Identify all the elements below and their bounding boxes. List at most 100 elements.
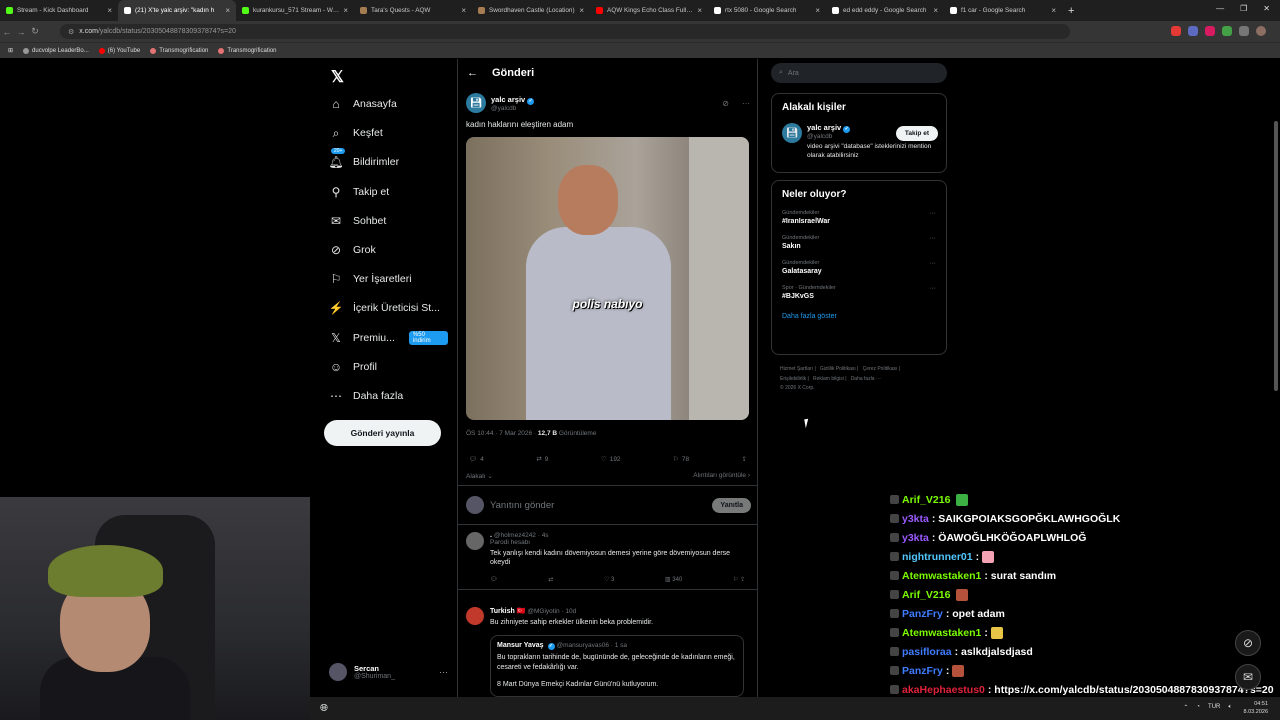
maximize-icon[interactable]: ❐	[1240, 4, 1247, 13]
like-button[interactable]: ♡ 3	[604, 576, 614, 583]
extension-icon[interactable]	[1222, 26, 1232, 36]
nav-item-search[interactable]: ⌕ Keşfet	[329, 123, 383, 143]
chat-username[interactable]: Atemwastaken1	[902, 570, 981, 582]
bookmark-item[interactable]: ducvolpe LeaderBo...	[23, 47, 89, 54]
browser-tab[interactable]: ed edd eddy - Google Search ×	[826, 0, 944, 21]
author-name[interactable]: .	[490, 532, 492, 539]
author-name[interactable]: Turkish 🇹🇷	[490, 608, 525, 615]
nav-item-grok[interactable]: ⊘ Grok	[329, 240, 376, 260]
bookmark-item[interactable]: Transmogrification	[218, 47, 277, 54]
browser-tab[interactable]: (21) X'te yalc arşiv: "kadın h ×	[118, 0, 236, 21]
chat-username[interactable]: pasifloraa	[902, 646, 952, 658]
extension-icon[interactable]	[1205, 26, 1215, 36]
chat-username[interactable]: Atemwastaken1	[902, 627, 981, 639]
profile-avatar[interactable]	[1256, 26, 1266, 36]
back-arrow-icon[interactable]: ←	[467, 67, 478, 79]
reply-input[interactable]: Yanıtını gönder	[490, 500, 706, 511]
follow-button[interactable]: Takip et	[895, 126, 938, 141]
minimize-icon[interactable]: —	[1216, 4, 1224, 13]
apps-icon[interactable]: ⊞	[8, 47, 13, 54]
extension-icon[interactable]	[1171, 26, 1181, 36]
close-icon[interactable]: ×	[343, 6, 348, 15]
author-handle[interactable]: @yalcdb	[491, 105, 534, 112]
trend-item[interactable]: Gündemdekiler Sakın ···	[782, 235, 936, 250]
clock[interactable]: 04:51 8.03.2026	[1244, 700, 1268, 717]
footer-link[interactable]: Reklam bilgisi	[813, 376, 844, 382]
browser-tab[interactable]: f1 car - Google Search ×	[944, 0, 1062, 21]
more-icon[interactable]: ···	[929, 285, 936, 292]
footer-link[interactable]: Çerez Politikası	[863, 366, 898, 372]
quoted-tweet[interactable]: Mansur Yavaş ✓ @mansuryavas06 · 1 sa Bu …	[490, 635, 744, 697]
reply-submit-button[interactable]: Yanıtla	[712, 497, 751, 513]
reply-button[interactable]: 💬︎	[490, 576, 498, 583]
site-info-icon[interactable]: ⚙	[68, 28, 74, 36]
more-icon[interactable]: ···	[439, 667, 448, 677]
volume-icon[interactable]: 🔈︎	[1228, 704, 1232, 711]
repost-button[interactable]: ⇄	[548, 576, 553, 583]
close-icon[interactable]: ×	[579, 6, 584, 15]
nav-item-follow[interactable]: ⚲ Takip et	[329, 182, 390, 202]
chat-username[interactable]: Arif_V216	[902, 494, 950, 506]
more-icon[interactable]: ···	[929, 235, 936, 242]
scrollbar[interactable]	[1274, 121, 1278, 391]
nav-item-home[interactable]: ⌂ Anasayfa	[329, 94, 396, 114]
nav-item-bell[interactable]: 🔔︎ 20+ Bildirimler	[328, 148, 399, 172]
view-quotes-link[interactable]: Alıntıları görüntüle ›	[693, 472, 750, 480]
account-switcher[interactable]: Sercan @Shuriman_ ···	[329, 663, 448, 681]
chat-username[interactable]: Arif_V216	[902, 589, 950, 601]
post-button[interactable]: Gönderi yayınla	[324, 420, 441, 446]
tweet-time[interactable]: ÖS 10:44 · 7 Mar 2026 ·	[466, 430, 538, 437]
search-input[interactable]: ⌕ Ara	[771, 63, 947, 83]
trend-item[interactable]: Gündemdekiler Galatasaray ···	[782, 260, 936, 275]
reload-icon[interactable]: ↻	[28, 26, 42, 37]
x-logo-icon[interactable]: 𝕏	[331, 67, 344, 87]
chat-username[interactable]: nightrunner01	[902, 551, 973, 563]
grok-float-icon[interactable]: ⊘	[1235, 630, 1261, 656]
avatar[interactable]: 💾︎	[466, 93, 486, 113]
back-icon[interactable]: ←	[0, 27, 14, 37]
tweet-video[interactable]: polis nabıyo	[466, 137, 749, 420]
browser-tab[interactable]: Tara's Quests - AQW ×	[354, 0, 472, 21]
chat-username[interactable]: y3kta	[902, 532, 929, 544]
sort-dropdown[interactable]: Alakalı ⌄	[466, 472, 493, 480]
reply-tweet[interactable]: Turkish 🇹🇷 @MGiyotin · 10d Bu zihniyete …	[458, 601, 757, 703]
bookmark-item[interactable]: (6) YouTube	[98, 47, 140, 54]
close-icon[interactable]: ×	[697, 6, 702, 15]
extension-icon[interactable]	[1239, 26, 1249, 36]
related-name[interactable]: yalc arşiv	[807, 123, 841, 132]
forward-icon[interactable]: →	[14, 27, 28, 37]
bookmark-button[interactable]: ⚐ ⇪	[733, 576, 745, 583]
more-icon[interactable]: ···	[929, 210, 936, 217]
messages-float-icon[interactable]: ✉	[1235, 664, 1261, 690]
repost-button[interactable]: ⇄ 9	[536, 455, 548, 464]
language-indicator[interactable]: TUR	[1208, 704, 1220, 711]
nav-item-profile[interactable]: ☺ Profil	[329, 357, 377, 377]
avatar[interactable]	[466, 607, 484, 625]
more-icon[interactable]: ···	[929, 260, 936, 267]
footer-link[interactable]: Daha fazla ···	[851, 376, 881, 382]
bookmark-item[interactable]: Transmogrification	[150, 47, 208, 54]
extension-icon[interactable]	[1188, 26, 1198, 36]
browser-tab[interactable]: Stream - Kick Dashboard ×	[0, 0, 118, 21]
close-icon[interactable]: ×	[815, 6, 820, 15]
reply-button[interactable]: 💬︎ 4	[469, 455, 484, 464]
close-icon[interactable]: ×	[1051, 6, 1056, 15]
trend-item[interactable]: Spor · Gündemdekiler #BJKvGS ···	[782, 285, 936, 300]
nav-item-mail[interactable]: ✉ Sohbet	[329, 211, 386, 231]
browser-tab[interactable]: Swordhaven Castle (Location) ×	[472, 0, 590, 21]
close-window-icon[interactable]: ✕	[1263, 4, 1270, 13]
avatar[interactable]	[466, 532, 484, 550]
show-more-link[interactable]: Daha fazla göster	[782, 313, 936, 320]
close-icon[interactable]: ×	[107, 6, 112, 15]
footer-link[interactable]: Erişilebilirlik	[780, 376, 806, 382]
chat-username[interactable]: PanzFry	[902, 665, 943, 677]
like-button[interactable]: ♡ 192	[601, 455, 621, 464]
views-button[interactable]: ▥ 340	[665, 576, 682, 583]
browser-tab[interactable]: AQW Kings Echo Class Full Walk ×	[590, 0, 708, 21]
nav-item-more[interactable]: ⋯ Daha fazla	[329, 386, 403, 406]
close-icon[interactable]: ×	[225, 6, 230, 15]
chat-username[interactable]: PanzFry	[902, 608, 943, 620]
footer-link[interactable]: Hizmet Şartları	[780, 366, 813, 372]
footer-link[interactable]: Gizlilik Politikası	[820, 366, 856, 372]
tray-icon[interactable]: ⌃	[1183, 704, 1188, 711]
